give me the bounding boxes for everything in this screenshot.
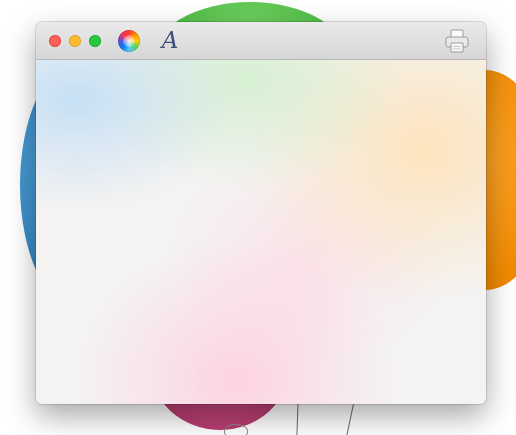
printer-icon[interactable] xyxy=(444,28,470,54)
zoom-button[interactable] xyxy=(89,35,101,47)
minimize-button[interactable] xyxy=(69,35,81,47)
content-area[interactable] xyxy=(36,60,486,404)
title-bar[interactable]: A xyxy=(36,22,486,60)
desktop-background: A xyxy=(0,0,516,435)
font-icon[interactable]: A xyxy=(160,28,180,54)
app-window: A xyxy=(36,22,486,404)
balloon-knot xyxy=(224,424,248,435)
color-wheel-icon[interactable] xyxy=(118,30,140,52)
close-button[interactable] xyxy=(49,35,61,47)
